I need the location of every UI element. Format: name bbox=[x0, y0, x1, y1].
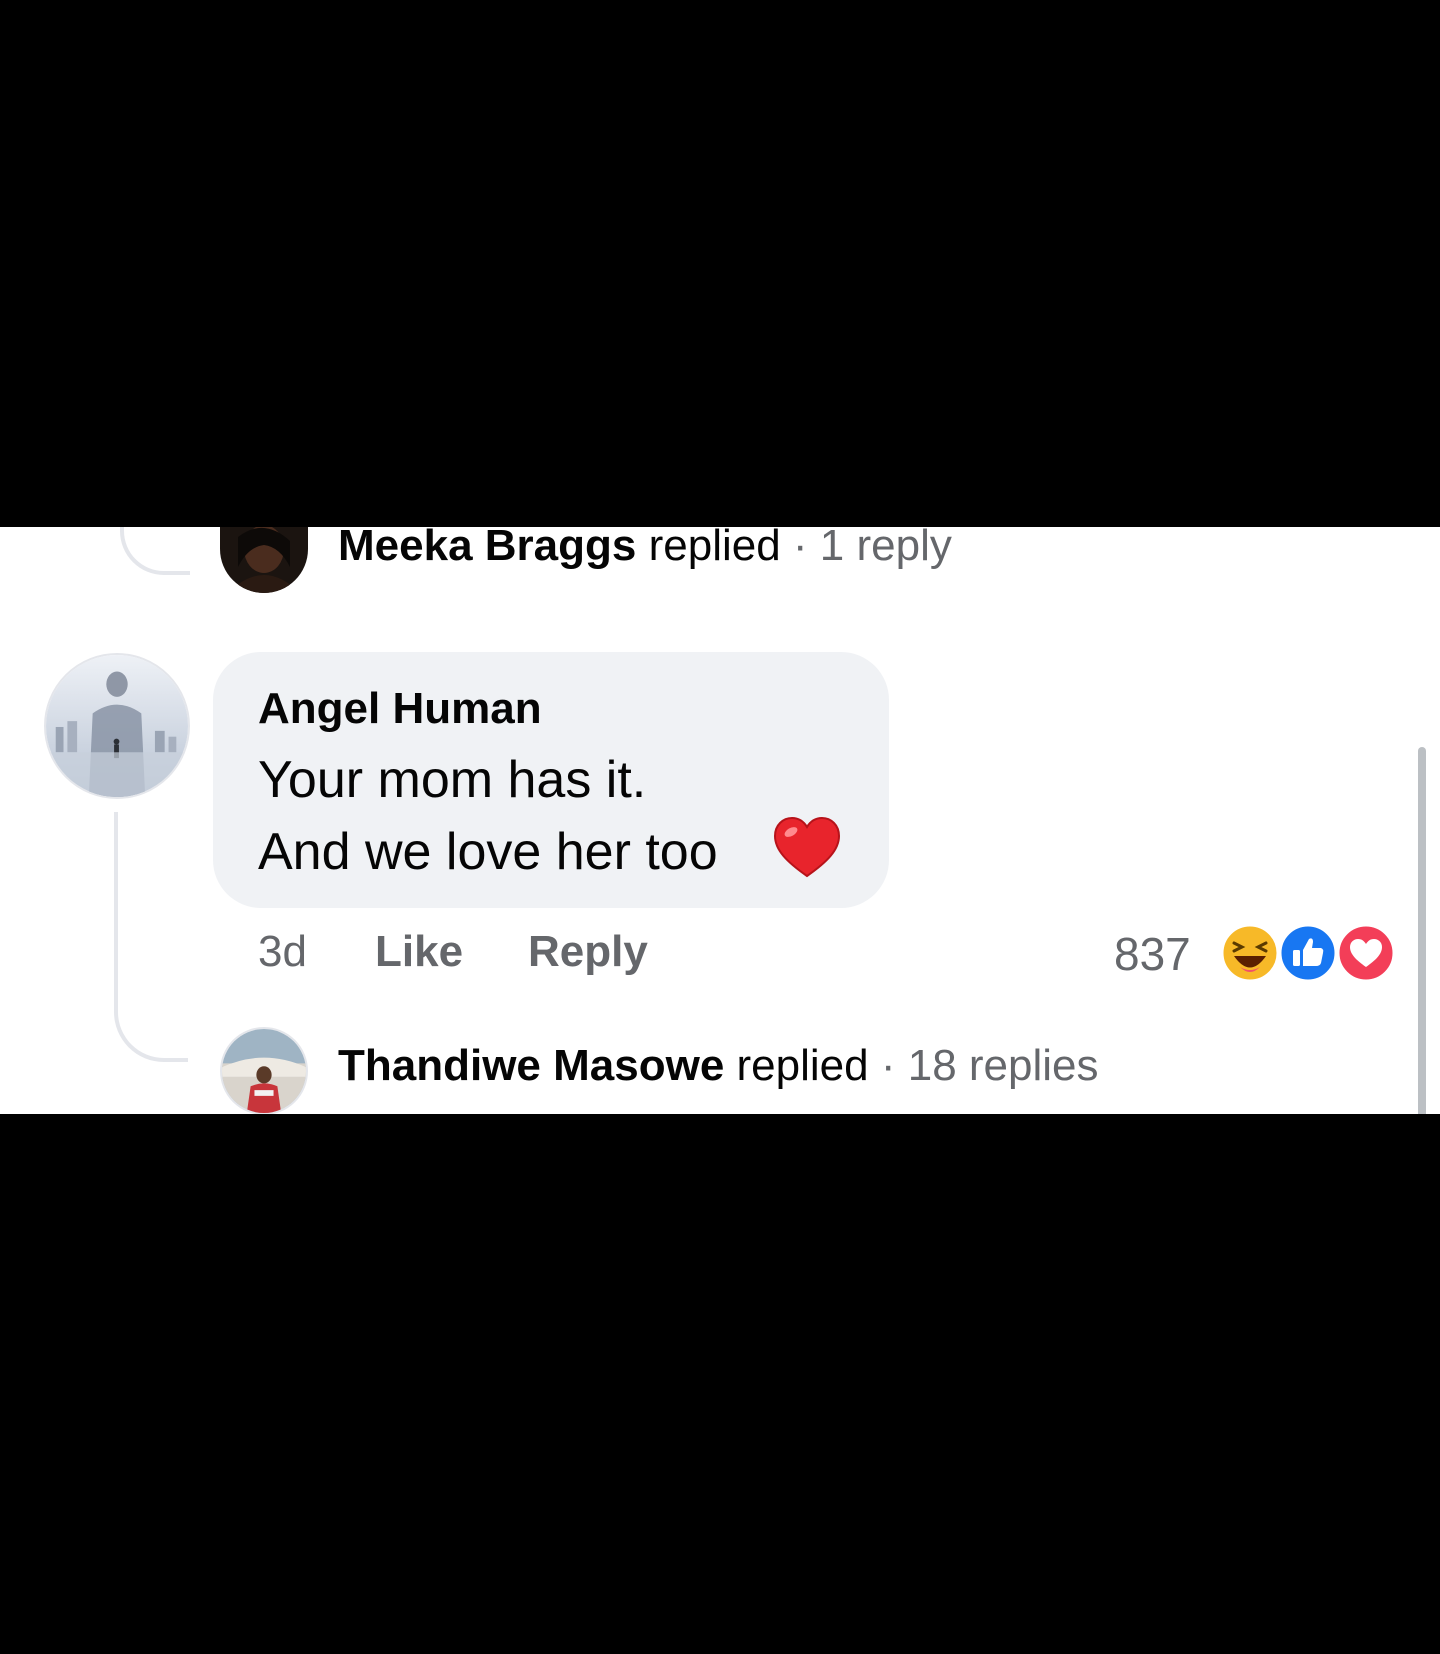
heart-emoji-icon bbox=[773, 816, 841, 880]
comment-text-line-2: And we love her too bbox=[258, 823, 718, 881]
thread-connector-top bbox=[120, 527, 190, 575]
vertical-scrollbar[interactable] bbox=[1418, 747, 1426, 1114]
love-icon[interactable] bbox=[1336, 923, 1396, 983]
reply-count[interactable]: · 18 replies bbox=[881, 1041, 1099, 1090]
thandiwe-masowe-avatar[interactable] bbox=[220, 1027, 308, 1114]
comment-bubble[interactable]: Angel Human Your mom has it. And we love… bbox=[213, 652, 889, 908]
reply-count[interactable]: · 1 reply bbox=[793, 527, 952, 570]
angel-human-avatar[interactable] bbox=[44, 653, 190, 799]
reply-button[interactable]: Reply bbox=[528, 927, 648, 977]
reply-summary-meeka[interactable]: Meeka Braggs replied · 1 reply bbox=[338, 527, 952, 571]
reaction-count[interactable]: 837 bbox=[1114, 927, 1191, 981]
comment-author-name[interactable]: Angel Human bbox=[258, 684, 542, 734]
meeka-braggs-avatar[interactable] bbox=[220, 527, 308, 593]
like-icon[interactable] bbox=[1278, 923, 1338, 983]
comment-text-line-1: Your mom has it. bbox=[258, 751, 647, 809]
thread-connector-main bbox=[114, 812, 188, 1062]
reply-author-name[interactable]: Meeka Braggs bbox=[338, 527, 636, 570]
reply-verb: replied bbox=[648, 527, 781, 570]
reply-summary-thandiwe[interactable]: Thandiwe Masowe replied · 18 replies bbox=[338, 1041, 1099, 1091]
reply-author-name[interactable]: Thandiwe Masowe bbox=[338, 1041, 724, 1090]
like-button[interactable]: Like bbox=[375, 927, 463, 977]
comment-thread-panel: Meeka Braggs replied · 1 reply Angel Hum… bbox=[0, 527, 1440, 1114]
reply-verb: replied bbox=[736, 1041, 869, 1090]
screenshot-frame: Meeka Braggs replied · 1 reply Angel Hum… bbox=[0, 0, 1440, 1654]
comment-timestamp[interactable]: 3d bbox=[258, 927, 307, 977]
haha-icon[interactable] bbox=[1220, 923, 1280, 983]
